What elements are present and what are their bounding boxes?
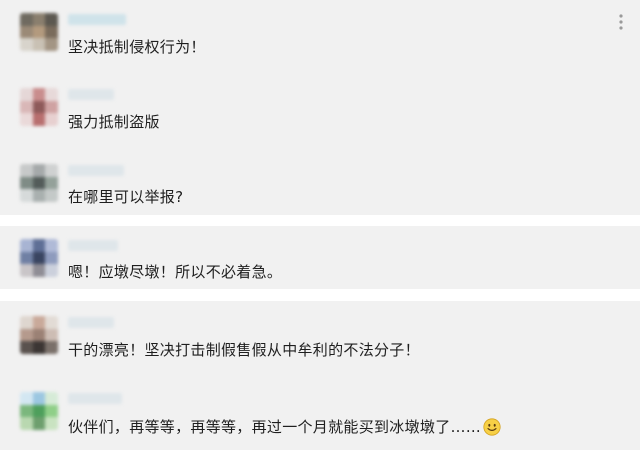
nickname-blurred[interactable] [68,14,126,25]
nickname-blurred[interactable] [68,317,114,328]
comment-text: 坚决抵制侵权行为！ [68,38,206,56]
more-icon[interactable] [618,14,624,30]
nickname-blurred[interactable] [68,89,114,100]
avatar[interactable] [20,316,58,354]
comment-group-1 [0,0,640,215]
comment-text: 在哪里可以举报? [68,188,184,206]
avatar[interactable] [20,88,58,126]
avatar[interactable] [20,239,58,277]
comment-text: 伙伴们，再等等，再等等，再过一个月就能买到冰墩墩了…… [68,418,482,436]
comment-text: 干的漂亮！坚决打击制假售假从中牟利的不法分子！ [68,341,420,359]
nickname-blurred[interactable] [68,240,118,251]
avatar[interactable] [20,13,58,51]
comment-text-with-emoji: 伙伴们，再等等，再等等，再过一个月就能买到冰墩墩了…… [68,416,501,437]
avatar[interactable] [20,392,58,430]
smile-emoji-icon [483,418,501,436]
nickname-blurred[interactable] [68,393,122,404]
nickname-blurred[interactable] [68,165,124,176]
avatar[interactable] [20,164,58,202]
comment-text: 强力抵制盗版 [68,113,160,131]
comment-text: 嗯！应墩尽墩！所以不必着急。 [68,263,283,281]
